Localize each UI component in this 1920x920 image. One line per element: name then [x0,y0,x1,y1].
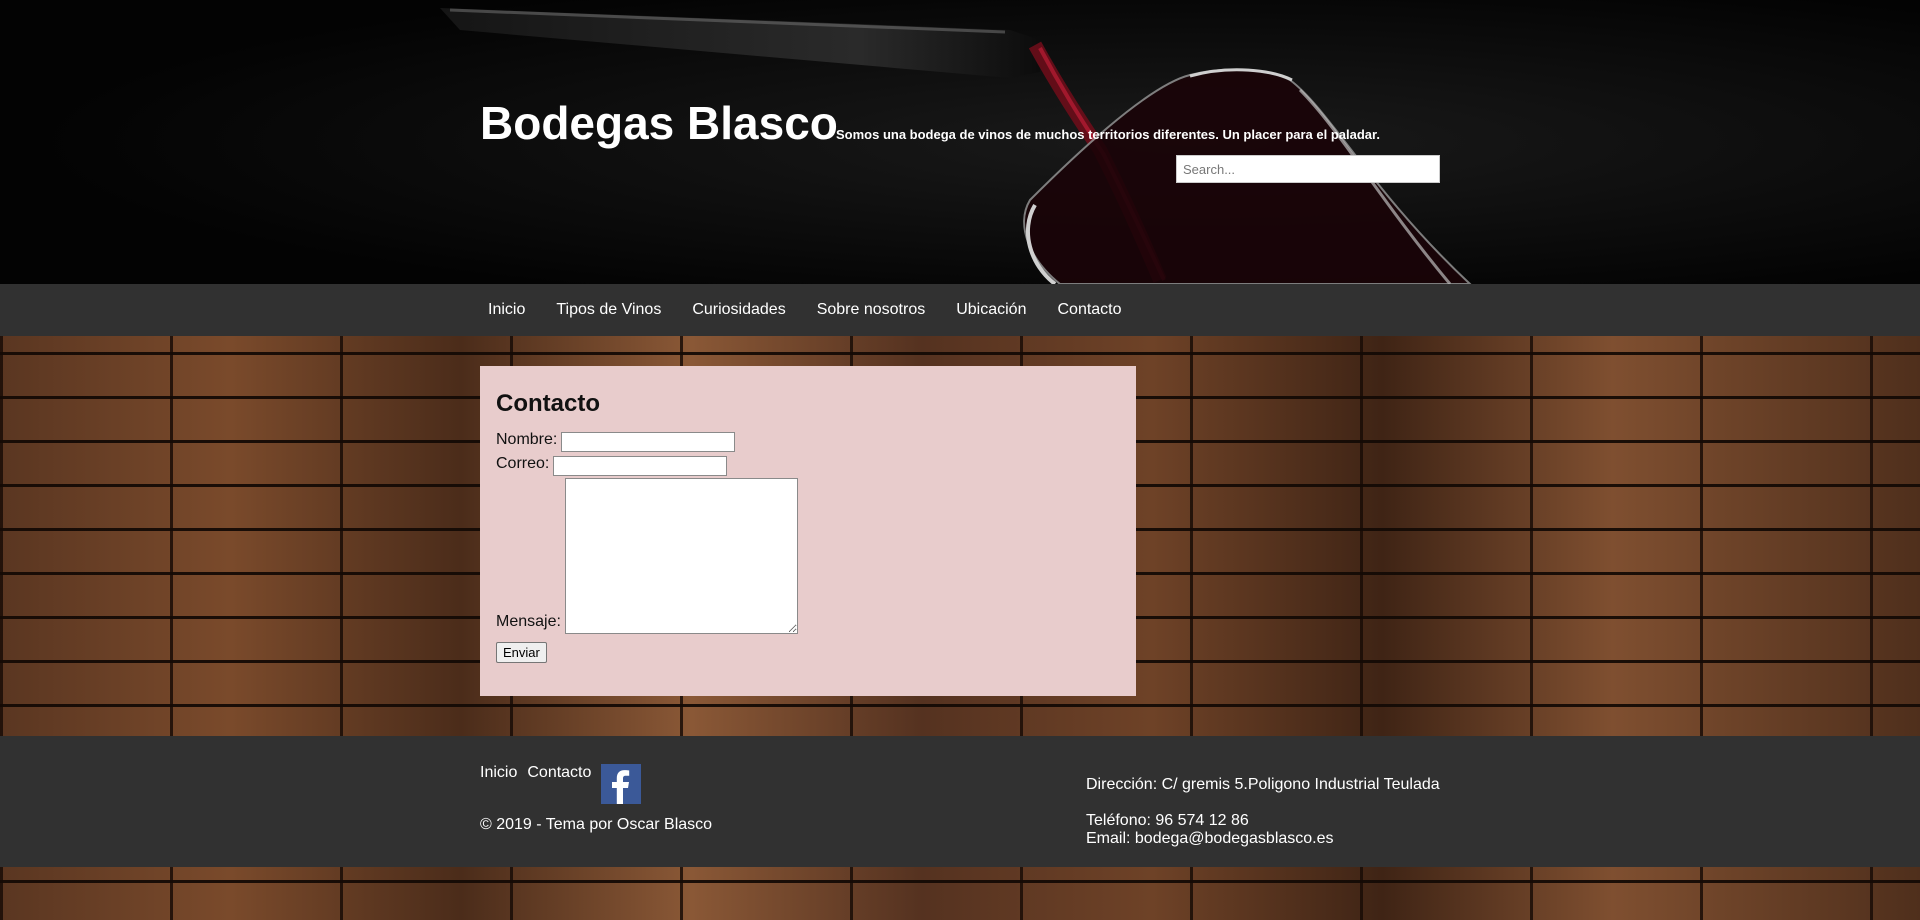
main-nav: Inicio Tipos de Vinos Curiosidades Sobre… [0,284,1920,336]
site-title: Bodegas Blasco [480,97,838,149]
name-field[interactable] [561,432,736,452]
address-text: Dirección: C/ gremis 5.Poligono Industri… [1086,776,1440,793]
email-label: Correo: [496,455,550,472]
nav-item-tipos-de-vinos[interactable]: Tipos de Vinos [548,301,669,319]
site-tagline: Somos una bodega de vinos de muchos terr… [836,127,1380,142]
nav-item-inicio[interactable]: Inicio [480,301,533,319]
footer-link-contacto[interactable]: Contacto [527,764,591,782]
phone-text: Teléfono: 96 574 12 86 [1086,812,1249,829]
footer-link-inicio[interactable]: Inicio [480,764,517,782]
contact-panel: Contacto Nombre: Correo: Mensaje: Enviar [480,366,1136,696]
email-row: Correo: [496,452,1120,476]
site-header: Bodegas Blasco Somos una bodega de vinos… [0,0,1920,284]
copyright-text: © 2019 - Tema por Oscar Blasco [480,816,713,833]
search-input[interactable] [1176,155,1440,183]
message-row: Mensaje: [496,476,1120,634]
name-row: Nombre: [496,428,1120,452]
message-label: Mensaje: [496,613,561,630]
wine-pour-image [0,0,1920,284]
nav-item-sobre-nosotros[interactable]: Sobre nosotros [809,301,934,319]
footer-links: Inicio Contacto [480,764,642,804]
email-text: Email: bodega@bodegasblasco.es [1086,830,1334,847]
message-field[interactable] [564,478,798,634]
facebook-icon[interactable] [601,764,642,804]
nav-item-ubicacion[interactable]: Ubicación [948,301,1034,319]
name-label: Nombre: [496,431,558,448]
contact-info: Dirección: C/ gremis 5.Poligono Industri… [1086,776,1440,848]
nav-item-contacto[interactable]: Contacto [1049,301,1129,319]
page-title: Contacto [496,390,600,417]
site-footer: Inicio Contacto © 2019 - Tema por Oscar … [0,736,1920,867]
email-field[interactable] [553,456,728,476]
submit-button[interactable]: Enviar [496,642,547,663]
nav-item-curiosidades[interactable]: Curiosidades [684,301,793,319]
